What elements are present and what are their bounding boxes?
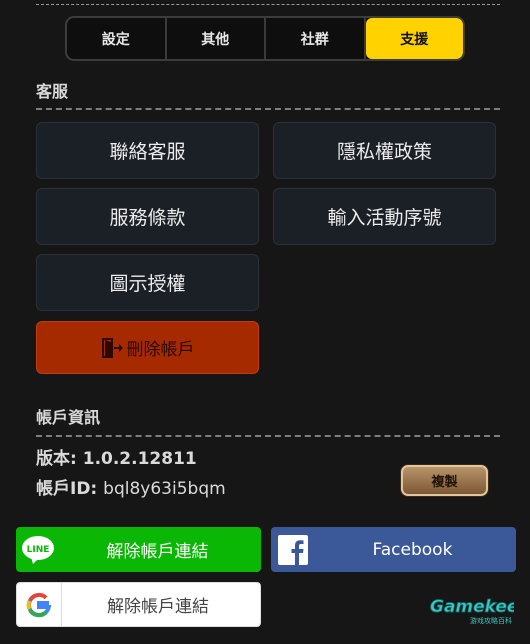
account-id-value: bql8y63i5bqm — [103, 479, 226, 499]
top-divider — [36, 4, 500, 5]
google-unlink-button[interactable]: 解除帳戶連結 — [16, 582, 261, 627]
version-value: 1.0.2.12811 — [82, 449, 197, 469]
svg-text:LINE: LINE — [27, 545, 50, 555]
delete-account-label: 刪除帳戶 — [126, 340, 195, 360]
version-label: 版本: — [36, 449, 77, 469]
section-divider — [36, 108, 500, 110]
tab-bar: 設定 其他 社群 支援 — [65, 16, 465, 61]
google-unlink-label: 解除帳戶連結 — [107, 597, 209, 617]
google-icon — [17, 583, 62, 626]
privacy-policy-button[interactable]: 隱私權政策 — [273, 122, 496, 179]
copy-button[interactable]: 複製 — [401, 465, 488, 496]
customer-service-heading: 客服 — [36, 82, 69, 101]
icon-license-button[interactable]: 圖示授權 — [36, 254, 259, 311]
contact-support-button[interactable]: 聯絡客服 — [36, 122, 259, 179]
gamekee-watermark-logo: Gamekee 游戏攻略百科 — [428, 590, 519, 626]
account-info-heading: 帳戶資訊 — [36, 408, 101, 427]
tab-support[interactable]: 支援 — [365, 18, 463, 59]
redeem-code-button[interactable]: 輸入活動序號 — [273, 188, 496, 245]
facebook-label: Facebook — [372, 539, 453, 560]
tab-other[interactable]: 其他 — [167, 18, 266, 59]
line-unlink-label: 解除帳戶連結 — [106, 542, 209, 562]
account-id-label: 帳戶ID: — [36, 479, 98, 499]
tab-community[interactable]: 社群 — [266, 18, 366, 59]
svg-text:Gamekee: Gamekee — [430, 597, 514, 617]
line-unlink-button[interactable]: LINE 解除帳戶連結 — [16, 527, 261, 572]
svg-text:游戏攻略百科: 游戏攻略百科 — [470, 616, 512, 625]
delete-account-button[interactable]: 刪除帳戶 — [36, 321, 259, 374]
facebook-button[interactable]: Facebook — [271, 527, 516, 572]
version-line: 版本: 1.0.2.12811 — [36, 444, 197, 469]
account-id-line: 帳戶ID: bql8y63i5bqm — [36, 474, 226, 499]
section-divider — [36, 435, 500, 437]
terms-of-service-button[interactable]: 服務條款 — [36, 188, 259, 245]
exit-door-icon — [101, 336, 123, 360]
line-icon: LINE — [16, 527, 60, 572]
facebook-icon — [271, 527, 315, 572]
tab-settings[interactable]: 設定 — [67, 18, 167, 59]
